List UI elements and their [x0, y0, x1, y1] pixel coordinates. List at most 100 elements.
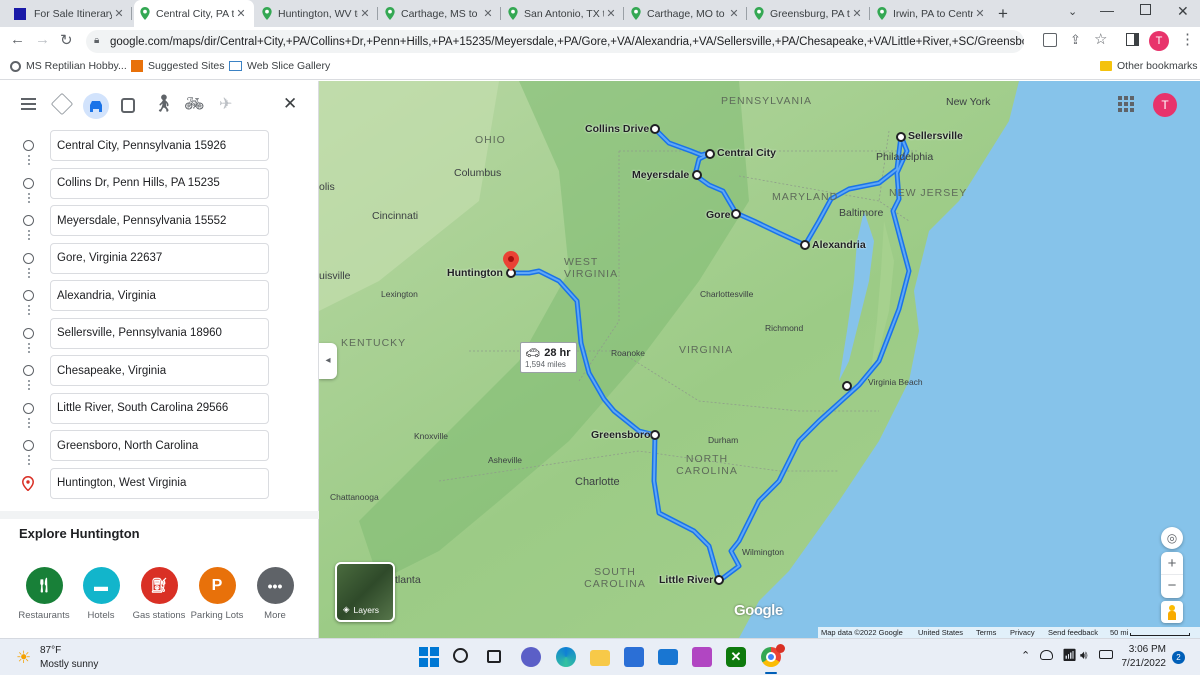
my-location-icon[interactable]: ◎	[1161, 527, 1183, 549]
weather-temp[interactable]: 87°F	[40, 645, 61, 656]
close-icon[interactable]: ✕	[604, 7, 618, 20]
stop-input[interactable]: Central City, Pennsylvania 15926	[50, 130, 269, 161]
best-travel-mode-icon[interactable]	[50, 92, 74, 116]
tab-huntington[interactable]: Huntington, WV to ✕	[256, 0, 378, 27]
tab-search-chevron-down-icon[interactable]: ⌄	[1068, 5, 1077, 18]
close-icon[interactable]: ✕	[234, 7, 248, 20]
weather-desc[interactable]: Mostly sunny	[40, 659, 98, 670]
start-windows-icon[interactable]	[419, 647, 439, 667]
map-profile-avatar[interactable]: T	[1153, 93, 1177, 117]
stop-input[interactable]: Gore, Virginia 22637	[50, 242, 269, 274]
mail-icon[interactable]	[658, 649, 678, 665]
tab-san-antonio[interactable]: San Antonio, TX to ✕	[502, 0, 624, 27]
explore-hotels-button[interactable]: ▬ Hotels	[71, 567, 131, 621]
explore-parking-button[interactable]: P Parking Lots	[187, 567, 247, 621]
waypoint-marker[interactable]	[896, 132, 906, 142]
browser-menu-icon[interactable]: ⋮	[1180, 30, 1195, 48]
walking-mode-icon[interactable]: 🚶︎	[153, 94, 175, 114]
reload-icon[interactable]: ↻	[60, 31, 73, 49]
zoom-in-plus-icon[interactable]: +	[1161, 552, 1183, 575]
waypoint-marker[interactable]	[692, 170, 702, 180]
microsoft-store-icon[interactable]	[624, 647, 644, 667]
close-icon[interactable]: ✕	[727, 7, 741, 20]
task-view-icon[interactable]	[487, 650, 501, 663]
search-icon[interactable]	[453, 648, 468, 663]
bookmark-web-slice-gallery[interactable]: Web Slice Gallery	[229, 60, 330, 72]
explore-gas-stations-button[interactable]: ⛽︎ Gas stations	[129, 567, 189, 621]
scale-label[interactable]: 50 mi	[1110, 628, 1128, 637]
bookmark-suggested-sites[interactable]: Suggested Sites	[131, 60, 224, 72]
speaker-volume-icon[interactable]: 🔊︎	[1080, 648, 1088, 663]
tab-central-city[interactable]: Central City, PA to ✕	[134, 0, 254, 27]
edge-browser-icon[interactable]	[556, 647, 576, 667]
new-tab-plus-icon[interactable]: +	[998, 4, 1008, 24]
close-icon[interactable]: ✕	[358, 7, 372, 20]
tab-for-sale-itinerary[interactable]: For Sale Itinerary ✕	[8, 0, 132, 27]
waypoint-marker[interactable]	[714, 575, 724, 585]
weather-sun-icon[interactable]: ☀︎	[16, 648, 31, 668]
privacy-link[interactable]: Privacy	[1010, 628, 1035, 637]
stop-input[interactable]: Alexandria, Virginia	[50, 280, 269, 311]
waypoint-marker[interactable]	[705, 149, 715, 159]
bookmark-star-icon[interactable]: ☆	[1094, 30, 1107, 48]
map-canvas[interactable]: PENNSYLVANIA OHIO WEST VIRGINIA MARYLAND…	[319, 81, 1200, 638]
tab-carthage-mo[interactable]: Carthage, MO to ✕	[625, 0, 747, 27]
other-bookmarks[interactable]: Other bookmarks	[1100, 60, 1198, 72]
cycling-mode-icon[interactable]: 🚲︎	[184, 94, 204, 114]
collapse-panel-chevron-left-icon[interactable]: ◂	[319, 343, 337, 379]
stop-input[interactable]: Sellersville, Pennsylvania 18960	[50, 317, 269, 349]
waypoint-marker[interactable]	[731, 209, 741, 219]
notification-badge[interactable]: 2	[1172, 651, 1185, 664]
share-icon[interactable]: ⇪	[1070, 32, 1081, 48]
send-feedback-link[interactable]: Send feedback	[1048, 628, 1098, 637]
waypoint-marker[interactable]	[842, 381, 852, 391]
clock-date[interactable]: 7/21/2022	[1116, 658, 1167, 669]
tab-greensburg[interactable]: Greensburg, PA to ✕	[748, 0, 870, 27]
region-link[interactable]: United States	[918, 628, 963, 637]
layers-button[interactable]: ◈ Layers	[335, 562, 395, 622]
route-summary-bubble[interactable]: 🚗︎ 28 hr 1,594 miles	[520, 342, 577, 373]
show-hidden-icons-chevron-up-icon[interactable]: ⌃	[1021, 649, 1030, 662]
driving-mode-button[interactable]	[83, 93, 109, 119]
close-icon[interactable]: ✕	[112, 7, 126, 20]
close-icon[interactable]: ✕	[850, 7, 864, 20]
street-view-pegman-icon[interactable]	[1161, 601, 1183, 623]
wifi-icon[interactable]: 📶︎	[1062, 648, 1077, 662]
minimize-window-icon[interactable]: —	[1100, 2, 1114, 18]
waypoint-marker[interactable]	[650, 430, 660, 440]
stop-input[interactable]: Little River, South Carolina 29566	[50, 392, 269, 424]
transit-mode-icon[interactable]	[121, 98, 135, 113]
zoom-out-minus-icon[interactable]: −	[1161, 575, 1183, 598]
waypoint-marker[interactable]	[800, 240, 810, 250]
photos-app-icon[interactable]	[692, 647, 712, 667]
stop-input[interactable]: Meyersdale, Pennsylvania 15552	[50, 205, 269, 236]
tab-irwin[interactable]: Irwin, PA to Centr ✕	[871, 0, 993, 27]
battery-icon[interactable]	[1099, 650, 1113, 659]
close-window-icon[interactable]: ✕	[1177, 3, 1189, 20]
flight-mode-icon[interactable]: ✈︎	[219, 94, 232, 114]
stop-input[interactable]: Chesapeake, Virginia	[50, 355, 269, 386]
onedrive-cloud-icon[interactable]	[1040, 650, 1053, 660]
clock-time[interactable]: 3:06 PM	[1120, 644, 1166, 655]
bookmark-ms-reptilian[interactable]: MS Reptilian Hobby...	[10, 60, 127, 72]
file-explorer-folder-icon[interactable]	[590, 650, 610, 666]
terms-link[interactable]: Terms	[976, 628, 996, 637]
stop-input[interactable]: Collins Dr, Penn Hills, PA 15235	[50, 167, 269, 199]
stop-input[interactable]: Huntington, West Virginia	[50, 467, 269, 499]
install-app-icon[interactable]	[1043, 33, 1057, 47]
explore-restaurants-button[interactable]: 🍴︎ Restaurants	[14, 567, 74, 621]
close-icon[interactable]: ✕	[973, 7, 987, 20]
back-arrow-icon[interactable]: ←	[10, 31, 25, 48]
waypoint-marker[interactable]	[650, 124, 660, 134]
close-icon[interactable]: ✕	[481, 7, 495, 20]
profile-avatar[interactable]: T	[1149, 31, 1169, 51]
address-bar[interactable]: 🔒︎ google.com/maps/dir/Central+City,+PA/…	[86, 30, 1024, 53]
chat-teams-icon[interactable]	[521, 647, 541, 667]
stop-input[interactable]: Greensboro, North Carolina	[50, 430, 269, 461]
xbox-icon[interactable]: ✕	[726, 647, 746, 667]
maximize-window-icon[interactable]	[1140, 4, 1151, 15]
destination-red-pin-icon[interactable]	[503, 251, 519, 271]
tab-carthage-ms[interactable]: Carthage, MS to ✕	[379, 0, 501, 27]
forward-arrow-icon[interactable]: →	[35, 31, 50, 48]
menu-hamburger-icon[interactable]	[21, 98, 36, 110]
